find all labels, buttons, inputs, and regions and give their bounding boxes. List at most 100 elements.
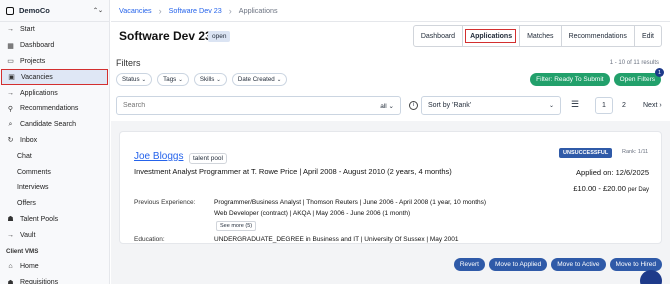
filter-skills[interactable]: Skills ⌄ bbox=[193, 73, 227, 86]
breadcrumb-current: Applications bbox=[238, 6, 278, 15]
arrow-right-icon: → bbox=[7, 89, 14, 97]
filter-status-label: Status bbox=[122, 76, 140, 83]
sidebar-item-vacancies[interactable]: ▣ Vacancies bbox=[1, 69, 108, 86]
sidebar-item-start[interactable]: → Start bbox=[0, 22, 109, 38]
filter-tags[interactable]: Tags ⌄ bbox=[157, 73, 189, 86]
sidebar-item-comments[interactable]: Comments bbox=[0, 164, 109, 180]
sidebar-section-client-vms: Client VMS bbox=[0, 243, 109, 259]
sidebar-item-projects[interactable]: ▭ Projects bbox=[0, 54, 109, 70]
next-page-button[interactable]: Next › bbox=[643, 102, 662, 109]
result-count: 1 - 10 of 11 results bbox=[609, 60, 659, 66]
arrow-right-icon: → bbox=[7, 26, 14, 34]
filters-heading: Filters bbox=[116, 58, 141, 68]
org-switcher[interactable]: DemoCo ⌃⌄ bbox=[0, 0, 109, 22]
chevron-down-icon: ⌄ bbox=[388, 103, 394, 110]
sidebar-item-requisitions[interactable]: ☗ Requisitions bbox=[0, 275, 109, 284]
breadcrumb-vacancy[interactable]: Software Dev 23 bbox=[169, 6, 222, 15]
filter-date-label: Date Created bbox=[237, 76, 275, 83]
tab-dashboard[interactable]: Dashboard bbox=[414, 26, 462, 46]
candidate-tag: talent pool bbox=[189, 153, 227, 164]
move-to-active-button[interactable]: Move to Active bbox=[551, 258, 606, 271]
sidebar-item-label: Candidate Search bbox=[20, 121, 77, 129]
search-row: all ⌄ i Sort by 'Rank' ⌄ ☰ 1 2 Next › bbox=[116, 96, 665, 116]
org-logo-icon bbox=[6, 6, 14, 15]
folder-icon: ▭ bbox=[7, 58, 14, 66]
sidebar-item-candidate-search[interactable]: ⌕ Candidate Search bbox=[0, 117, 109, 133]
results-area: Joe Bloggs talent pool Investment Analys… bbox=[111, 121, 670, 284]
chevron-down-icon: ⌄ bbox=[178, 77, 183, 83]
sidebar-item-label: Client VMS bbox=[6, 247, 39, 255]
sidebar-nav: → Start ▦ Dashboard ▭ Projects ▣ Vacancies → Appl… bbox=[0, 22, 109, 284]
sidebar-item-inbox[interactable]: ↻ Inbox bbox=[0, 133, 109, 149]
sidebar-item-label: Recommendations bbox=[20, 105, 79, 113]
list-view-icon[interactable]: ☰ bbox=[568, 99, 582, 112]
education-label: Education: bbox=[134, 236, 165, 243]
sidebar-item-label: Chat bbox=[17, 152, 32, 160]
sidebar-item-label: Applications bbox=[20, 89, 58, 97]
candidate-name-link[interactable]: Joe Bloggs bbox=[134, 151, 183, 162]
page-2-button[interactable]: 2 bbox=[615, 97, 633, 114]
experience-item: Programmer/Business Analyst | Thomson Re… bbox=[214, 199, 487, 206]
filter-date-created[interactable]: Date Created ⌄ bbox=[231, 73, 288, 86]
page-1-button[interactable]: 1 bbox=[595, 97, 613, 114]
filter-count-badge: 1 bbox=[655, 68, 664, 77]
tab-edit[interactable]: Edit bbox=[633, 26, 661, 46]
home-icon: ⌂ bbox=[8, 263, 13, 271]
sort-select[interactable]: Sort by 'Rank' ⌄ bbox=[421, 96, 561, 115]
chevron-down-icon: ⌄ bbox=[548, 103, 554, 109]
filter-chips: Status ⌄ Tags ⌄ Skills ⌄ Date Created ⌄ bbox=[116, 73, 288, 86]
filter-ready-to-submit-button[interactable]: Filter: Ready To Submit bbox=[530, 73, 610, 86]
move-to-applied-button[interactable]: Move to Applied bbox=[488, 258, 548, 271]
search-input[interactable] bbox=[117, 97, 317, 114]
status-badge: open bbox=[208, 31, 231, 42]
application-status-badge: UNSUCCESSFUL bbox=[559, 148, 613, 158]
filter-status[interactable]: Status ⌄ bbox=[116, 73, 153, 86]
chevron-down-icon: ⌄ bbox=[141, 77, 147, 83]
sidebar-item-interviews[interactable]: Interviews bbox=[0, 180, 109, 196]
search-box: all ⌄ bbox=[116, 96, 401, 115]
vacancy-tabs: Dashboard Applications Matches Recommend… bbox=[412, 25, 662, 47]
briefcase-icon: ▣ bbox=[8, 74, 15, 82]
search-icon: ⌕ bbox=[8, 120, 13, 128]
sidebar: DemoCo ⌃⌄ → Start ▦ Dashboard ▭ Projects ▣ Vaca… bbox=[0, 0, 110, 284]
tab-applications[interactable]: Applications bbox=[462, 26, 519, 46]
filter-skills-label: Skills bbox=[199, 76, 215, 83]
pay-rate: £10.00 - £20.00 per Day bbox=[573, 184, 649, 193]
revert-button[interactable]: Revert bbox=[453, 258, 485, 271]
move-to-hired-button[interactable]: Move to Hired bbox=[609, 258, 662, 271]
search-scope-select[interactable]: all ⌄ bbox=[380, 102, 394, 110]
open-filters-button[interactable]: Open Filters 1 bbox=[613, 68, 664, 86]
tab-recommendations[interactable]: Recommendations bbox=[560, 26, 634, 46]
pagination: 1 2 Next › bbox=[595, 96, 662, 115]
candidate-rank: Rank: 1/11 bbox=[622, 149, 649, 155]
sidebar-item-recommendations[interactable]: ⚲ Recommendations bbox=[0, 101, 109, 117]
tab-matches[interactable]: Matches bbox=[519, 26, 560, 46]
search-scope-label: all bbox=[380, 103, 387, 110]
page-title: Software Dev 23 bbox=[119, 29, 212, 43]
sidebar-item-vault[interactable]: → Vault bbox=[0, 227, 109, 243]
arrow-right-icon: → bbox=[7, 231, 14, 239]
sidebar-item-label: Dashboard bbox=[20, 42, 55, 50]
sidebar-item-offers[interactable]: Offers bbox=[0, 196, 109, 212]
sidebar-item-home[interactable]: ⌂ Home bbox=[0, 259, 109, 275]
help-chat-button[interactable] bbox=[640, 270, 662, 284]
breadcrumb: Vacancies › Software Dev 23 › Applicatio… bbox=[111, 0, 670, 22]
sidebar-item-applications[interactable]: → Applications bbox=[0, 85, 109, 101]
candidate-card: Joe Bloggs talent pool Investment Analys… bbox=[119, 131, 662, 244]
sidebar-item-talent-pools[interactable]: ☗ Talent Pools bbox=[0, 212, 109, 228]
chevron-updown-icon: ⌃⌄ bbox=[92, 8, 103, 14]
info-icon[interactable]: i bbox=[409, 101, 418, 110]
candidate-current-role: Investment Analyst Programmer at T. Rowe… bbox=[134, 167, 452, 176]
sidebar-item-label: Interviews bbox=[17, 184, 49, 192]
sidebar-item-dashboard[interactable]: ▦ Dashboard bbox=[0, 38, 109, 54]
breadcrumb-vacancies[interactable]: Vacancies bbox=[119, 6, 152, 15]
breadcrumb-separator-icon: › bbox=[228, 5, 232, 16]
filter-tags-label: Tags bbox=[163, 76, 177, 83]
sidebar-item-chat[interactable]: Chat bbox=[0, 148, 109, 164]
sidebar-item-label: Start bbox=[20, 26, 35, 34]
sidebar-item-label: Inbox bbox=[20, 136, 38, 144]
see-more-button[interactable]: See more (5) bbox=[216, 221, 257, 231]
education-value: UNDERGRADUATE_DEGREE in Business and IT … bbox=[214, 236, 459, 243]
people-icon: ☗ bbox=[7, 279, 14, 284]
refresh-icon: ↻ bbox=[7, 137, 14, 145]
